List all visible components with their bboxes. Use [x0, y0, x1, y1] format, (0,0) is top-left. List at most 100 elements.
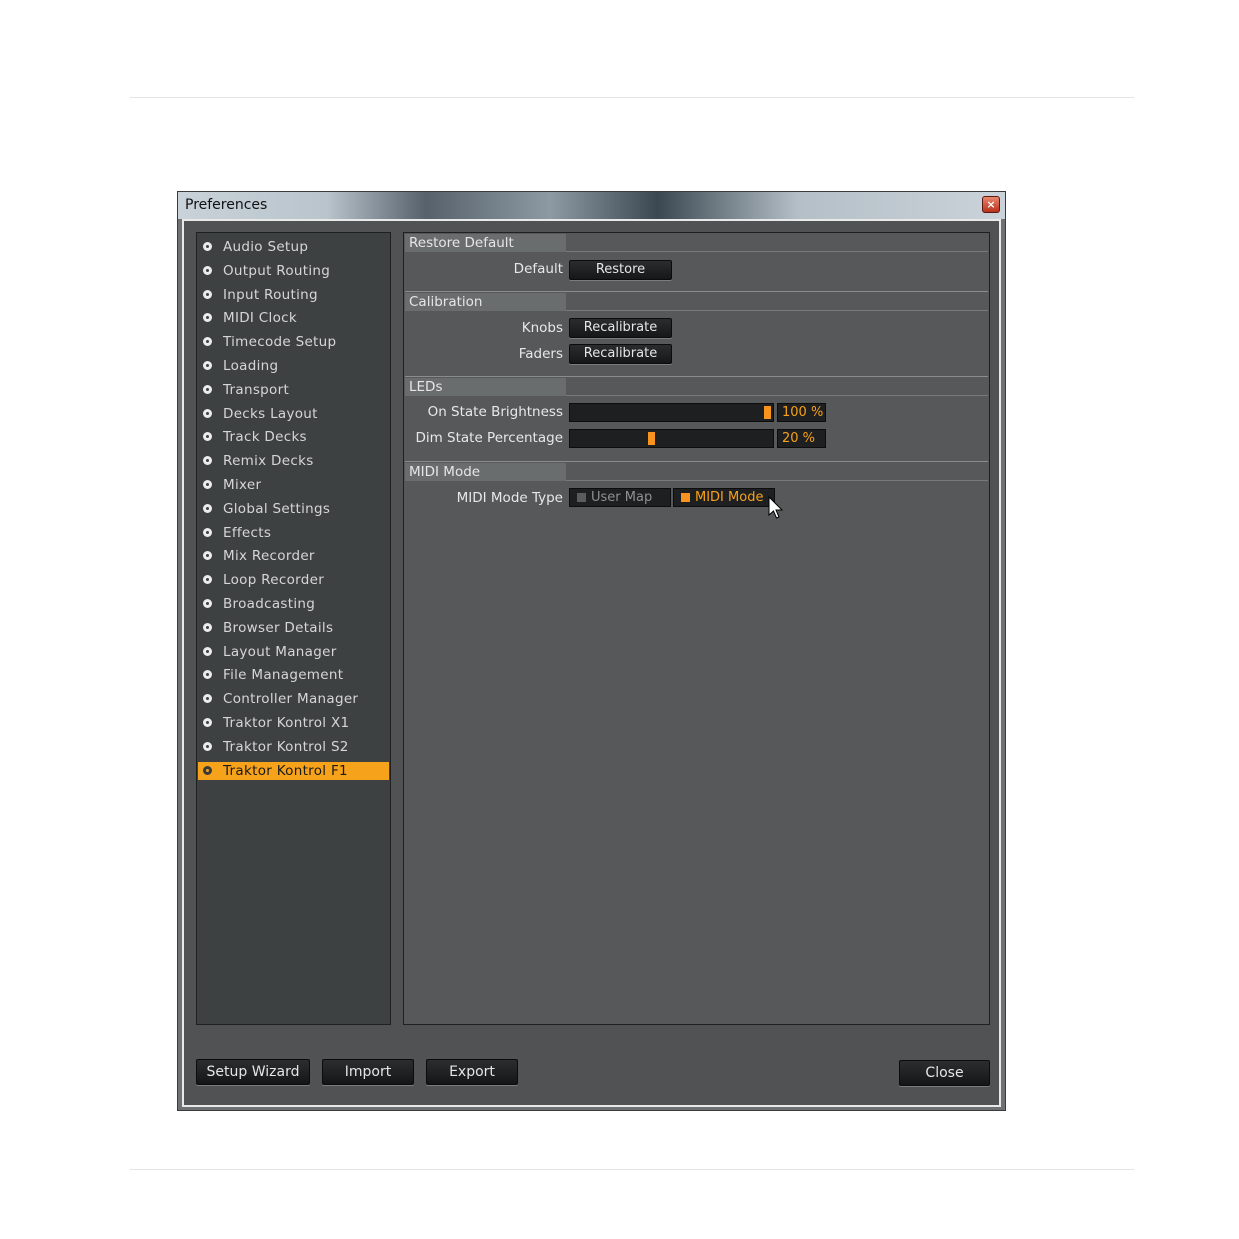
user-map-option[interactable]: User Map [569, 488, 671, 507]
radio-dot-icon [203, 337, 212, 347]
section-header-line [566, 310, 988, 311]
sidebar-item-label: Output Routing [223, 262, 331, 279]
sidebar-item-layout-manager[interactable]: Layout Manager [198, 643, 389, 661]
radio-dot-icon [203, 384, 212, 394]
sidebar-item-label: Loading [223, 358, 279, 374]
sidebar-item-label: Input Routing [223, 286, 318, 303]
slider-handle[interactable] [648, 432, 655, 445]
midi-mode-type-label: MIDI Mode Type [456, 490, 563, 506]
mouse-cursor-icon [768, 496, 784, 519]
section-separator [405, 461, 988, 462]
radio-dot-icon [203, 622, 212, 632]
recalibrate-faders-button[interactable]: Recalibrate [569, 344, 672, 364]
preferences-content: Restore Default Default Restore Calibrat… [403, 232, 990, 1025]
page-top-rule [130, 97, 1134, 98]
slider-handle[interactable] [764, 406, 771, 419]
user-map-indicator [577, 493, 586, 502]
sidebar-item-label: Broadcasting [223, 596, 316, 612]
on-state-brightness-label: On State Brightness [427, 404, 563, 420]
radio-dot-icon [203, 670, 212, 680]
title-bar[interactable]: Preferences × [178, 192, 1005, 219]
radio-dot-icon [203, 432, 212, 442]
sidebar-item-label: File Management [223, 667, 344, 684]
sidebar-item-label: Effects [223, 524, 272, 541]
sidebar-item-output-routing[interactable]: Output Routing [198, 262, 389, 280]
sidebar-item-audio-setup[interactable]: Audio Setup [198, 238, 389, 256]
default-label: Default [513, 261, 563, 277]
sidebar-item-label: Traktor Kontrol X1 [223, 715, 350, 731]
on-state-brightness-slider[interactable] [569, 403, 774, 422]
sidebar-item-label: Layout Manager [223, 643, 337, 660]
radio-dot-icon [203, 765, 212, 775]
sidebar-item-loading[interactable]: Loading [198, 357, 389, 375]
close-button[interactable]: Close [899, 1060, 990, 1086]
section-header-line [566, 395, 988, 396]
radio-dot-icon [203, 599, 212, 608]
section-header-leds: LEDs [405, 378, 566, 396]
radio-dot-icon [203, 503, 212, 513]
radio-dot-icon [203, 551, 212, 561]
export-button[interactable]: Export [426, 1059, 518, 1085]
recalibrate-knobs-button[interactable]: Recalibrate [569, 318, 672, 338]
sidebar-item-label: Traktor Kontrol S2 [223, 738, 349, 755]
section-header-restore-default: Restore Default [405, 234, 566, 252]
sidebar-item-mixer[interactable]: Mixer [198, 476, 389, 494]
on-state-brightness-value[interactable]: 100 % [777, 403, 826, 422]
section-separator [405, 376, 988, 377]
restore-button[interactable]: Restore [569, 260, 672, 280]
radio-dot-icon [203, 361, 212, 370]
sidebar-item-file-management[interactable]: File Management [198, 666, 389, 684]
window-close-icon[interactable]: × [982, 196, 1000, 213]
section-header-calibration: Calibration [405, 293, 566, 311]
sidebar-item-decks-layout[interactable]: Decks Layout [198, 405, 389, 423]
sidebar-item-label: Global Settings [223, 500, 331, 517]
sidebar-item-track-decks[interactable]: Track Decks [198, 428, 389, 446]
sidebar-item-remix-decks[interactable]: Remix Decks [198, 452, 389, 470]
sidebar-item-timecode-setup[interactable]: Timecode Setup [198, 333, 389, 351]
sidebar-item-global-settings[interactable]: Global Settings [198, 500, 389, 518]
section-header-line [566, 480, 988, 481]
radio-dot-icon [203, 646, 212, 656]
dim-state-percentage-label: Dim State Percentage [415, 430, 563, 446]
sidebar-item-label: Remix Decks [223, 453, 314, 470]
sidebar-item-traktor-kontrol-x1[interactable]: Traktor Kontrol X1 [198, 714, 389, 732]
knobs-label: Knobs [521, 320, 563, 336]
radio-dot-icon [203, 694, 212, 704]
sidebar-item-label: Mixer [223, 477, 262, 493]
radio-dot-icon [203, 265, 212, 275]
sidebar-item-traktor-kontrol-f1[interactable]: Traktor Kontrol F1 [198, 761, 389, 780]
setup-wizard-button[interactable]: Setup Wizard [196, 1059, 310, 1085]
sidebar-item-label: Loop Recorder [223, 572, 325, 589]
sidebar-item-label: Traktor Kontrol F1 [223, 762, 348, 779]
window-title: Preferences [185, 197, 268, 213]
sidebar-item-effects[interactable]: Effects [198, 524, 389, 542]
sidebar-item-label: MIDI Clock [223, 310, 297, 327]
sidebar-item-midi-clock[interactable]: MIDI Clock [198, 309, 389, 327]
midi-mode-option[interactable]: MIDI Mode [673, 488, 775, 507]
dim-state-percentage-slider[interactable] [569, 429, 774, 448]
sidebar-item-label: Transport [223, 381, 290, 398]
user-map-label: User Map [591, 490, 653, 505]
sidebar-item-browser-details[interactable]: Browser Details [198, 619, 389, 637]
sidebar-item-input-routing[interactable]: Input Routing [198, 286, 389, 304]
sidebar-item-mix-recorder[interactable]: Mix Recorder [198, 547, 389, 565]
sidebar-item-label: Browser Details [223, 619, 334, 636]
section-separator [405, 291, 988, 292]
radio-dot-icon [203, 408, 212, 418]
radio-dot-icon [203, 527, 212, 537]
sidebar-item-loop-recorder[interactable]: Loop Recorder [198, 571, 389, 589]
radio-dot-icon [203, 242, 212, 251]
sidebar-item-transport[interactable]: Transport [198, 381, 389, 399]
import-button[interactable]: Import [322, 1059, 414, 1085]
sidebar-item-traktor-kontrol-s2[interactable]: Traktor Kontrol S2 [198, 738, 389, 756]
section-header-line [566, 251, 988, 252]
sidebar-item-label: Timecode Setup [223, 334, 337, 351]
radio-dot-icon [203, 289, 212, 299]
sidebar-item-broadcasting[interactable]: Broadcasting [198, 595, 389, 613]
dim-state-percentage-value[interactable]: 20 % [777, 429, 826, 448]
section-header-midi-mode: MIDI Mode [405, 463, 566, 481]
sidebar-item-controller-manager[interactable]: Controller Manager [198, 690, 389, 708]
preferences-sidebar: Audio Setup Output Routing Input Routing MI… [196, 232, 391, 1025]
sidebar-item-label: Track Decks [223, 429, 307, 446]
sidebar-item-label: Controller Manager [223, 691, 359, 708]
